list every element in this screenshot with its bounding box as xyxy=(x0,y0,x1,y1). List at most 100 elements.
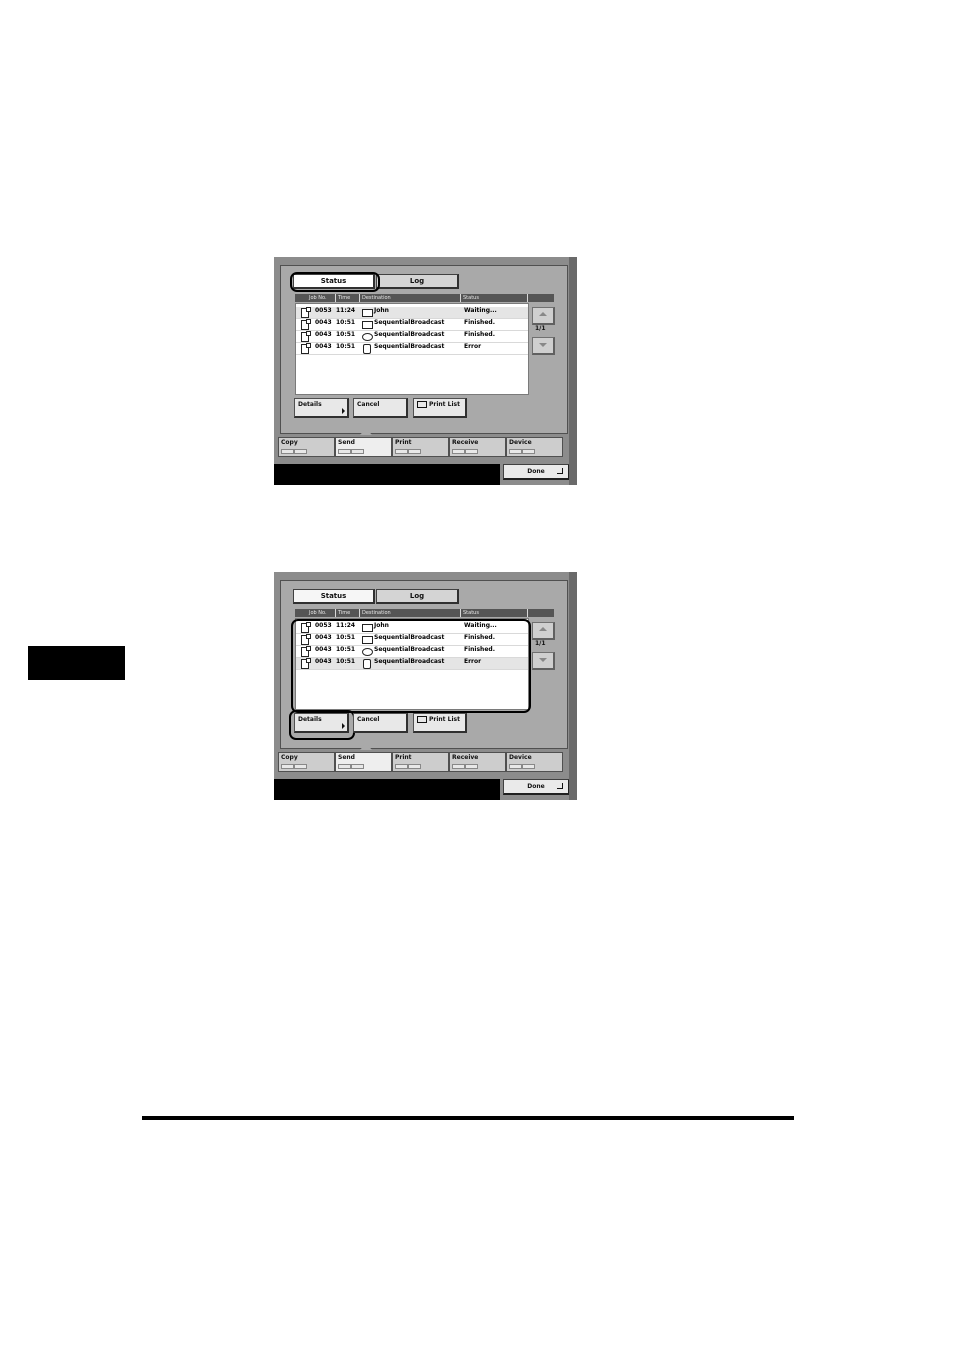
indicator xyxy=(465,449,478,454)
job-destination: SequentialBroadcast xyxy=(374,634,445,641)
job-status: Waiting... xyxy=(464,622,497,629)
mailbox-icon xyxy=(362,321,373,329)
job-time: 10:51 xyxy=(336,646,356,653)
print-list-content: Print List xyxy=(417,716,460,723)
tab-bar: Status Log xyxy=(293,589,459,604)
send-key[interactable]: Send xyxy=(335,437,392,457)
chapter-tab xyxy=(28,646,125,680)
database-icon xyxy=(363,344,371,354)
tab-status[interactable]: Status xyxy=(293,589,375,604)
indicator xyxy=(408,764,421,769)
page-indicator: 1/1 xyxy=(535,640,546,647)
print-key[interactable]: Print xyxy=(392,752,449,772)
job-status: Waiting... xyxy=(464,307,497,314)
scroll-down-button[interactable] xyxy=(532,652,555,670)
table-row[interactable]: 0053 11:24 John Waiting... xyxy=(296,622,528,634)
panel-edge xyxy=(569,257,577,485)
table-row[interactable]: 0053 11:24 John Waiting... xyxy=(296,307,528,319)
globe-icon xyxy=(362,333,373,341)
document-icon xyxy=(301,343,311,354)
up-arrow-icon xyxy=(539,627,547,631)
device-key-label: Device xyxy=(509,439,532,446)
table-row[interactable]: 0043 10:51 SequentialBroadcast Finished. xyxy=(296,646,528,658)
job-destination: John xyxy=(374,622,389,629)
table-row[interactable]: 0043 10:51 SequentialBroadcast Finished. xyxy=(296,634,528,646)
job-destination: SequentialBroadcast xyxy=(374,331,445,338)
table-row[interactable]: 0043 10:51 SequentialBroadcast Finished. xyxy=(296,319,528,331)
copy-key[interactable]: Copy xyxy=(278,437,335,457)
receive-key-label: Receive xyxy=(452,754,479,761)
function-key-bar: Copy Send Print Receive Device xyxy=(278,752,568,772)
print-key[interactable]: Print xyxy=(392,437,449,457)
job-number: 0043 xyxy=(315,331,332,338)
indicator xyxy=(509,764,522,769)
print-list-label: Print List xyxy=(429,401,460,408)
done-button[interactable]: Done xyxy=(503,464,570,480)
job-number: 0043 xyxy=(315,658,332,665)
job-number: 0043 xyxy=(315,319,332,326)
job-status: Finished. xyxy=(464,646,495,653)
send-key-label: Send xyxy=(338,754,355,761)
details-button[interactable]: Details xyxy=(294,398,349,418)
details-button[interactable]: Details xyxy=(294,713,349,733)
scroll-up-button[interactable] xyxy=(532,307,555,325)
indicator xyxy=(452,764,465,769)
job-time: 11:24 xyxy=(336,622,356,629)
details-label: Details xyxy=(298,716,322,723)
col-status: Status xyxy=(463,610,479,616)
printer-icon xyxy=(417,716,427,723)
enter-icon xyxy=(557,468,563,474)
indicator xyxy=(522,764,535,769)
function-key-bar: Copy Send Print Receive Device xyxy=(278,437,568,457)
print-list-button[interactable]: Print List xyxy=(413,713,467,733)
job-status: Finished. xyxy=(464,634,495,641)
table-row[interactable]: 0043 10:51 SequentialBroadcast Finished. xyxy=(296,331,528,343)
tab-log[interactable]: Log xyxy=(376,589,459,604)
indicator xyxy=(465,764,478,769)
indicator xyxy=(294,764,307,769)
table-row[interactable]: 0043 10:51 SequentialBroadcast Error xyxy=(296,658,528,670)
status-screen-step2: Status Log Job No. Time Destination Stat… xyxy=(274,572,577,800)
job-destination: SequentialBroadcast xyxy=(374,343,445,350)
indicator xyxy=(522,449,535,454)
receive-key[interactable]: Receive xyxy=(449,437,506,457)
indicator xyxy=(338,449,351,454)
indicator xyxy=(408,449,421,454)
receive-key[interactable]: Receive xyxy=(449,752,506,772)
list-header: Job No. Time Destination Status xyxy=(295,609,554,617)
page-indicator: 1/1 xyxy=(535,325,546,332)
scroll-down-button[interactable] xyxy=(532,337,555,355)
col-job-no: Job No. xyxy=(309,295,327,301)
cancel-button[interactable]: Cancel xyxy=(353,713,408,733)
device-key[interactable]: Device xyxy=(506,437,563,457)
col-time: Time xyxy=(338,610,351,616)
job-status: Error xyxy=(464,658,482,665)
job-status: Error xyxy=(464,343,482,350)
tab-bar: Status Log xyxy=(293,274,459,289)
send-key[interactable]: Send xyxy=(335,752,392,772)
table-row[interactable]: 0043 10:51 SequentialBroadcast Error xyxy=(296,343,528,355)
details-label: Details xyxy=(298,401,322,408)
job-destination: SequentialBroadcast xyxy=(374,658,445,665)
document-icon xyxy=(301,646,311,657)
mailbox-icon xyxy=(362,636,373,644)
down-arrow-icon xyxy=(539,343,547,347)
indicator xyxy=(338,764,351,769)
tab-log[interactable]: Log xyxy=(376,274,459,289)
job-list: 0053 11:24 John Waiting... 0043 10:51 Se… xyxy=(295,303,529,395)
done-button[interactable]: Done xyxy=(503,779,570,795)
document-icon xyxy=(301,622,311,633)
job-number: 0043 xyxy=(315,343,332,350)
tab-status[interactable]: Status xyxy=(293,274,375,289)
print-list-button[interactable]: Print List xyxy=(413,398,467,418)
cancel-button[interactable]: Cancel xyxy=(353,398,408,418)
chevron-right-icon xyxy=(342,408,345,414)
scroll-up-button[interactable] xyxy=(532,622,555,640)
globe-icon xyxy=(362,648,373,656)
selected-key-pointer xyxy=(360,743,372,750)
col-destination: Destination xyxy=(362,610,391,616)
printer-icon xyxy=(417,401,427,408)
chevron-right-icon xyxy=(342,723,345,729)
device-key[interactable]: Device xyxy=(506,752,563,772)
copy-key[interactable]: Copy xyxy=(278,752,335,772)
